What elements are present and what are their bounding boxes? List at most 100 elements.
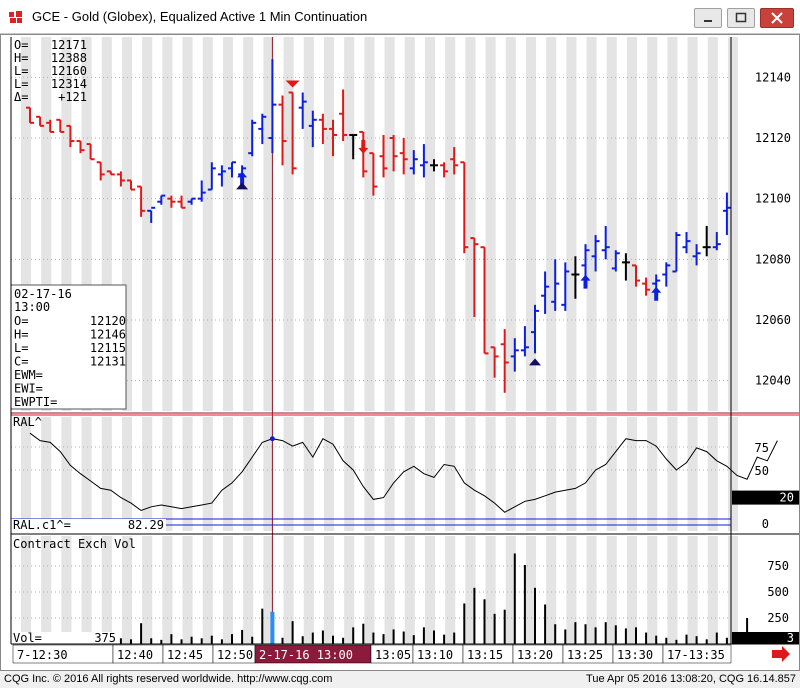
background-stripe — [384, 536, 395, 644]
price-tick-label: 12040 — [755, 374, 791, 388]
background-stripe — [707, 37, 718, 411]
background-stripe — [465, 417, 476, 531]
ral-marker-value: 20 — [780, 491, 794, 505]
ral-tick-label: 75 — [755, 441, 769, 455]
background-stripe — [364, 37, 375, 411]
background-stripe — [344, 417, 355, 531]
background-stripe — [505, 417, 516, 531]
background-stripe — [667, 417, 678, 531]
time-axis-label: 17-13:35 — [667, 648, 725, 662]
minimize-icon — [704, 20, 712, 22]
background-stripe — [465, 37, 476, 411]
copyright-text: CQG Inc. © 2016 All rights reserved worl… — [4, 673, 333, 685]
background-stripe — [727, 536, 739, 644]
vol-marker-value: 3 — [787, 631, 794, 645]
maximize-icon — [735, 12, 747, 23]
background-stripe — [667, 37, 678, 411]
background-stripe — [727, 417, 739, 531]
cursor-info-value: 12115 — [90, 341, 126, 355]
background-stripe — [222, 37, 234, 411]
background-stripe — [344, 37, 355, 411]
time-axis-label: 7-12:30 — [17, 648, 68, 662]
time-axis-label: 13:25 — [567, 648, 603, 662]
price-tick-label: 12140 — [755, 70, 791, 84]
background-stripe — [445, 37, 456, 411]
title-bar: GCE - Gold (Globex), Equalized Active 1 … — [0, 0, 800, 34]
background-stripe — [20, 536, 32, 644]
background-stripe — [727, 37, 739, 411]
price-tick-label: 12060 — [755, 313, 791, 327]
ohlc-label: L= — [14, 64, 28, 78]
vol-panel-title: Contract Exch Vol — [13, 537, 136, 551]
ohlc-label: Δ= — [14, 90, 28, 104]
cursor-info-time: 13:00 — [14, 300, 50, 314]
background-stripe — [485, 417, 496, 531]
background-stripe — [525, 37, 537, 411]
background-stripe — [566, 37, 577, 411]
background-stripe — [404, 536, 415, 644]
background-stripe — [424, 536, 436, 644]
background-stripe — [586, 37, 597, 411]
background-stripe — [81, 536, 92, 644]
time-axis-label: 13:15 — [467, 648, 503, 662]
close-button[interactable] — [760, 8, 794, 28]
time-axis-label: 2-17-16 13:00 — [259, 648, 353, 662]
background-stripe — [101, 417, 112, 531]
background-stripe — [546, 417, 557, 531]
background-stripe — [202, 417, 213, 531]
app-icon — [9, 11, 22, 23]
background-stripe — [647, 536, 658, 644]
status-timestamp: Tue Apr 05 2016 13:08:20, CQG 16.14.857 — [586, 673, 796, 685]
background-stripe — [283, 417, 294, 531]
background-stripe — [445, 536, 456, 644]
background-stripe — [626, 37, 638, 411]
scroll-right-arrow-icon[interactable] — [772, 646, 790, 662]
background-stripe — [606, 37, 617, 411]
cursor-info-value: 12146 — [90, 328, 126, 342]
background-stripe — [61, 417, 72, 531]
background-stripe — [101, 536, 112, 644]
ohlc-label: O= — [14, 38, 28, 52]
background-stripe — [667, 536, 678, 644]
chart-canvas[interactable]: 12140 12120 12100 12080 12060 12040 O= 12171 H= 1… — [1, 35, 799, 670]
ral-readout-value: 82.29 — [128, 518, 164, 532]
time-axis-label: 12:45 — [167, 648, 203, 662]
ral-tick-label: 50 — [755, 464, 769, 478]
background-stripe — [525, 417, 537, 531]
cursor-info-value: 12131 — [90, 355, 126, 369]
time-axis-label: 13:10 — [417, 648, 453, 662]
time-axis-label: 13:30 — [617, 648, 653, 662]
background-stripe — [606, 417, 617, 531]
background-stripe — [364, 417, 375, 531]
background-stripe — [707, 536, 718, 644]
background-stripe — [303, 417, 314, 531]
background-stripe — [142, 536, 153, 644]
background-stripe — [323, 417, 335, 531]
background-stripe — [404, 37, 415, 411]
close-icon — [771, 12, 783, 24]
cursor-info-label: C= — [14, 355, 28, 369]
background-stripe — [323, 536, 335, 644]
background-stripe — [121, 536, 133, 644]
background-stripe — [142, 417, 153, 531]
chart-window[interactable]: 12140 12120 12100 12080 12060 12040 O= 12171 H= 1… — [0, 34, 800, 671]
maximize-button[interactable] — [727, 8, 755, 28]
background-stripe — [182, 536, 193, 644]
price-tick-label: 12100 — [755, 192, 791, 206]
background-stripe — [202, 536, 213, 644]
ohlc-label: L= — [14, 77, 28, 91]
background-stripe — [687, 536, 698, 644]
status-bar: CQG Inc. © 2016 All rights reserved worl… — [0, 671, 800, 688]
background-stripe — [222, 536, 234, 644]
time-axis-label: 12:50 — [217, 648, 253, 662]
time-axis-label: 13:05 — [375, 648, 411, 662]
minimize-button[interactable] — [694, 8, 722, 28]
background-stripe — [142, 37, 153, 411]
ohlc-value: 12171 — [51, 38, 87, 52]
background-stripe — [626, 417, 638, 531]
background-stripe — [647, 37, 658, 411]
ohlc-label: H= — [14, 51, 28, 65]
background-stripe — [41, 417, 52, 531]
ral-cursor-dot — [269, 436, 275, 442]
background-stripe — [20, 417, 32, 531]
